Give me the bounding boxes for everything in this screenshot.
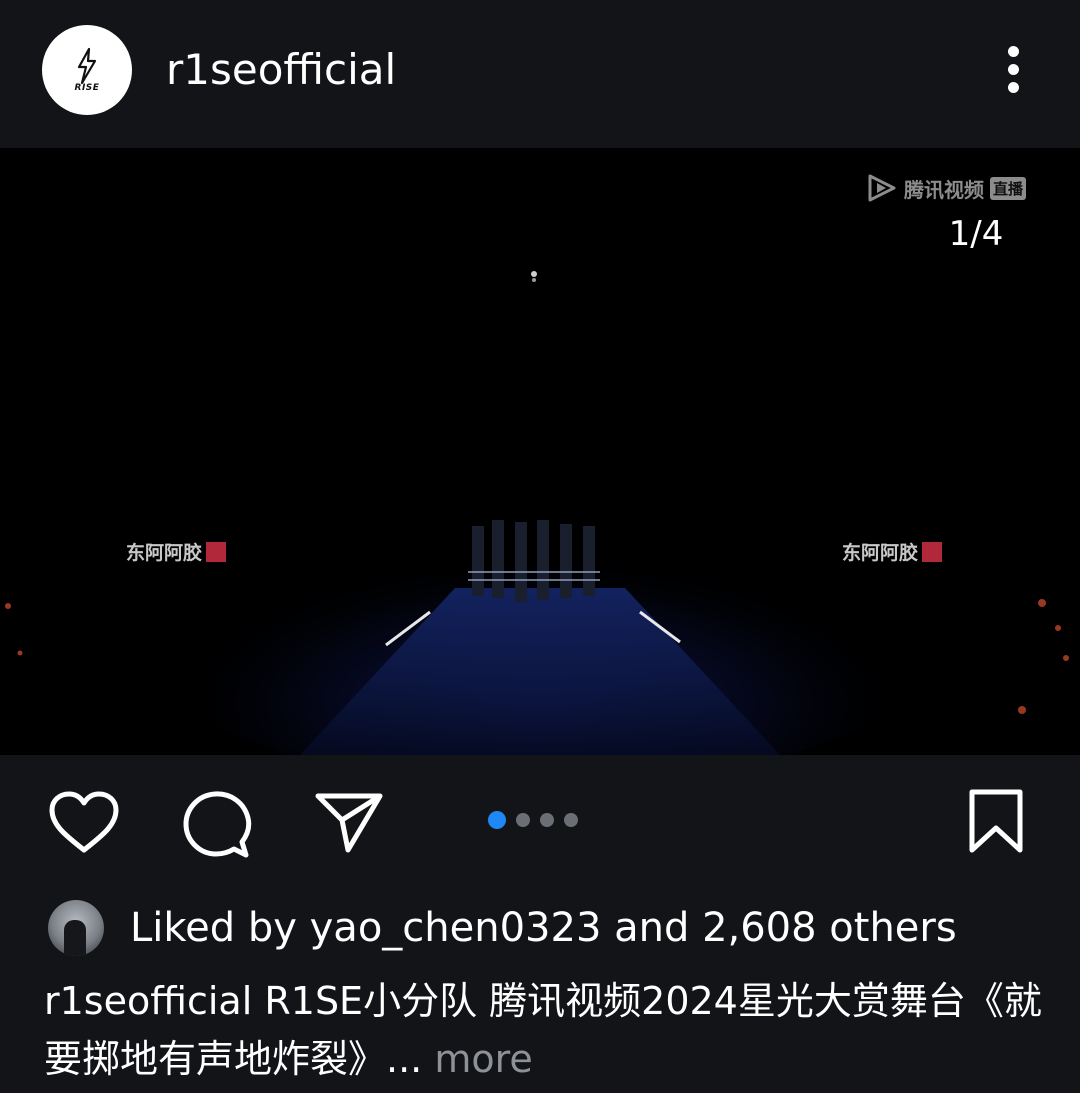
- comment-icon: [183, 791, 252, 858]
- carousel-dot: [516, 813, 530, 827]
- post-caption: r1seofficial R1SE小分队 腾讯视频2024星光大赏舞台《就要掷地…: [44, 972, 1044, 1088]
- carousel-dot: [564, 813, 578, 827]
- carousel-dot: [540, 813, 554, 827]
- post-header: RISE r1seofficial: [0, 0, 1080, 148]
- caption-username[interactable]: r1seofficial: [44, 979, 252, 1023]
- stage-image: [0, 148, 1080, 755]
- watermark-live-tag: 直播: [990, 176, 1027, 200]
- sponsor-overlay-right: 东阿阿胶: [842, 538, 943, 565]
- post-media[interactable]: 东阿阿胶 东阿阿胶: [0, 148, 1080, 755]
- more-vertical-icon-dot: [1008, 64, 1019, 75]
- more-options-button[interactable]: [996, 44, 1032, 96]
- caption-more-link[interactable]: more: [434, 1037, 532, 1081]
- liker-avatar[interactable]: [48, 900, 104, 956]
- play-logo-icon: [868, 174, 896, 202]
- carousel-dot-active: [488, 811, 506, 829]
- heart-icon: [49, 791, 119, 853]
- send-icon: [315, 793, 383, 853]
- save-button[interactable]: [966, 788, 1026, 858]
- seal-icon: [206, 541, 227, 562]
- lightning-logo-icon: [77, 47, 97, 85]
- video-watermark: 腾讯视频 直播: [866, 172, 1027, 204]
- post-username[interactable]: r1seofficial: [166, 42, 396, 98]
- more-vertical-icon-dot: [1008, 82, 1019, 93]
- sponsor-text: 东阿阿胶: [126, 542, 203, 564]
- comment-button[interactable]: [182, 788, 252, 864]
- sponsor-overlay-left: 东阿阿胶: [126, 538, 227, 565]
- bookmark-icon: [969, 789, 1023, 853]
- likes-row[interactable]: Liked by yao_chen0323 and 2,608 others: [48, 898, 957, 958]
- more-vertical-icon: [1008, 46, 1019, 57]
- like-button[interactable]: [48, 790, 120, 860]
- carousel-indicator: [488, 811, 578, 829]
- likes-text[interactable]: Liked by yao_chen0323 and 2,608 others: [130, 905, 957, 951]
- profile-avatar[interactable]: RISE: [42, 25, 132, 115]
- seal-icon: [922, 541, 943, 562]
- avatar-logo-text: RISE: [74, 83, 100, 93]
- share-button[interactable]: [314, 790, 384, 858]
- sponsor-text: 东阿阿胶: [842, 542, 919, 564]
- media-counter: 1/4: [948, 214, 1004, 254]
- watermark-brand: 腾讯视频: [904, 177, 984, 202]
